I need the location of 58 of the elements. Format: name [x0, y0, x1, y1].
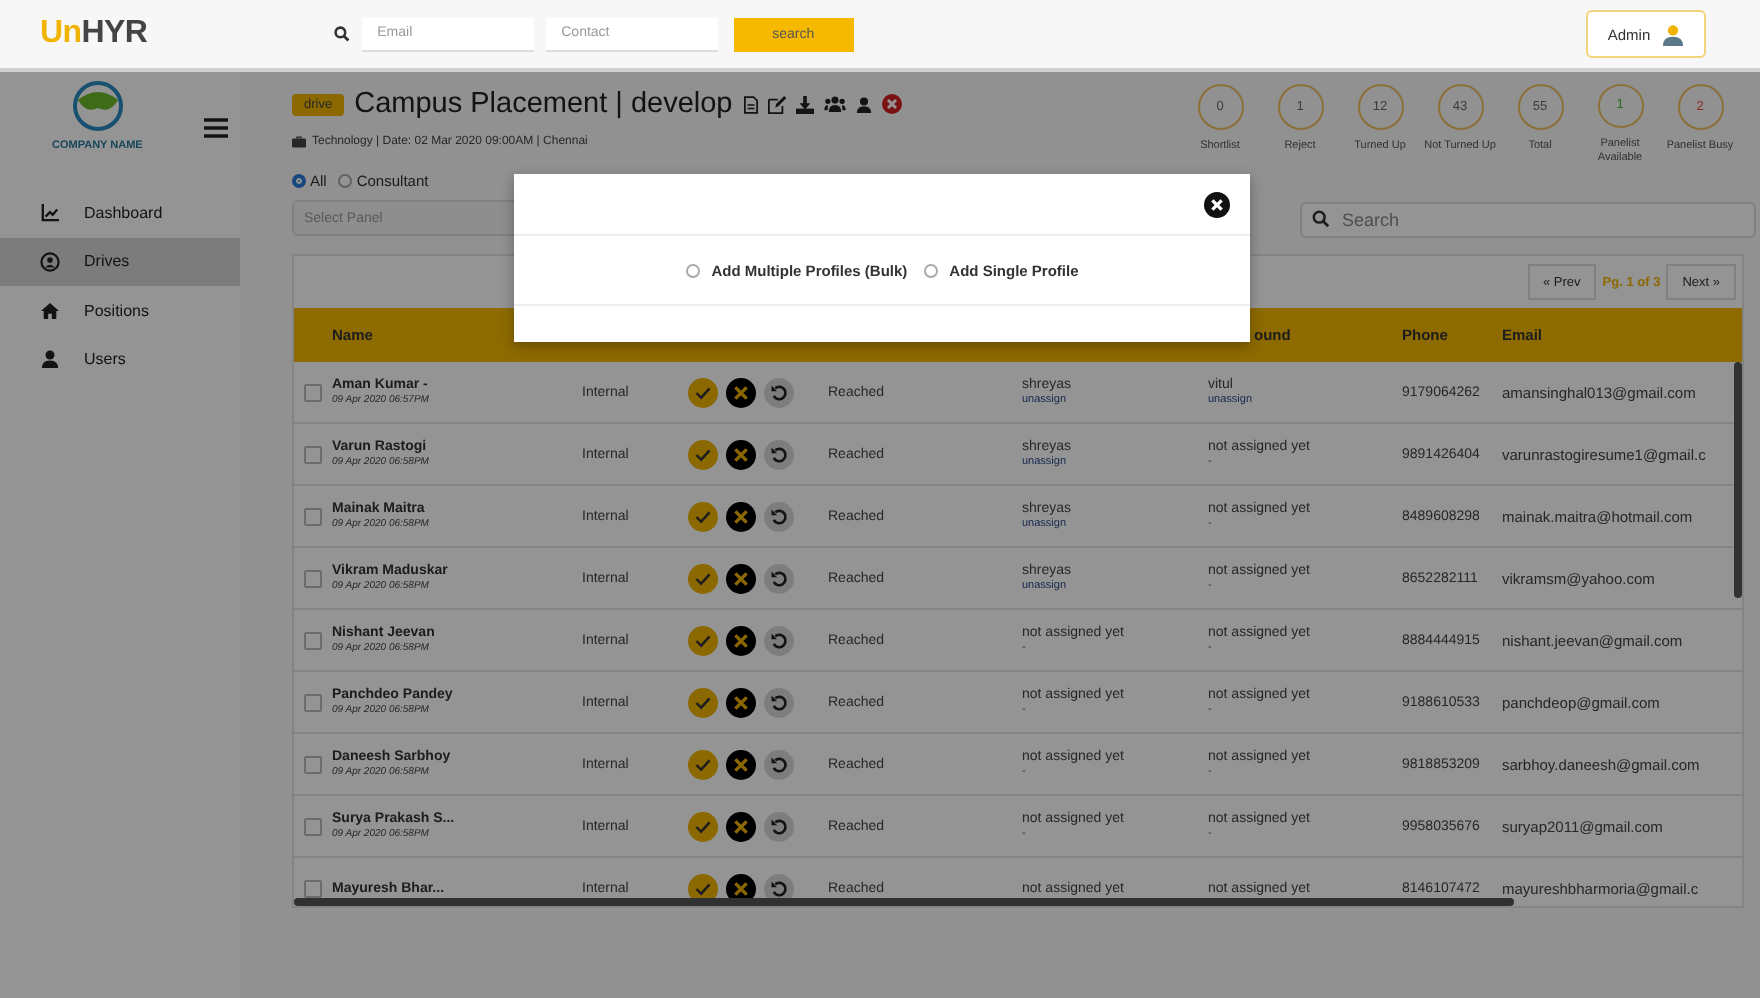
- sidebar-item[interactable]: Drives: [0, 237, 240, 286]
- row-checkbox[interactable]: [304, 445, 322, 463]
- reject-button[interactable]: [726, 811, 756, 841]
- row-checkbox[interactable]: [304, 755, 322, 773]
- logo: UnHYR: [40, 16, 148, 52]
- scrollbar[interactable]: [294, 898, 1514, 906]
- undo-button[interactable]: [764, 377, 794, 407]
- group-circle-icon: [40, 251, 60, 272]
- chart-icon: [40, 203, 60, 222]
- search-field[interactable]: Search: [1300, 202, 1756, 238]
- sidebar-item[interactable]: Positions: [0, 286, 240, 335]
- company-logo-icon: [69, 80, 126, 132]
- pdf-file-icon[interactable]: [744, 95, 759, 113]
- close-icon[interactable]: [1204, 191, 1230, 217]
- sidebar-item[interactable]: Users: [0, 335, 240, 384]
- user-avatar-icon: [1662, 23, 1685, 45]
- undo-button[interactable]: [764, 501, 794, 531]
- home-icon: [40, 301, 60, 320]
- undo-button[interactable]: [764, 625, 794, 655]
- reject-button[interactable]: [726, 625, 756, 655]
- reject-button[interactable]: [726, 377, 756, 407]
- approve-button[interactable]: [688, 687, 718, 717]
- undo-button[interactable]: [764, 811, 794, 841]
- approve-button[interactable]: [688, 439, 718, 469]
- row-checkbox[interactable]: [304, 569, 322, 587]
- reject-button[interactable]: [726, 687, 756, 717]
- download-icon[interactable]: [796, 95, 815, 113]
- undo-button[interactable]: [764, 749, 794, 779]
- approve-button[interactable]: [688, 501, 718, 531]
- row-checkbox[interactable]: [304, 817, 322, 835]
- row-checkbox[interactable]: [304, 693, 322, 711]
- user-icon: [40, 350, 60, 369]
- reject-button[interactable]: [726, 749, 756, 779]
- reject-button[interactable]: [726, 563, 756, 593]
- group-icon[interactable]: [824, 96, 847, 112]
- menu-icon[interactable]: [204, 118, 228, 138]
- row-checkbox[interactable]: [304, 631, 322, 649]
- undo-button[interactable]: [764, 439, 794, 469]
- briefcase-icon: [292, 136, 306, 148]
- delete-icon[interactable]: [882, 94, 903, 114]
- row-checkbox[interactable]: [304, 383, 322, 401]
- drive-title: Campus Placement | develop: [354, 88, 733, 120]
- approve-button[interactable]: [688, 749, 718, 779]
- reject-button[interactable]: [726, 501, 756, 531]
- row-checkbox[interactable]: [304, 879, 322, 897]
- undo-button[interactable]: [764, 687, 794, 717]
- edit-icon[interactable]: [768, 95, 787, 113]
- sidebar-item[interactable]: Dashboard: [0, 188, 240, 237]
- approve-button[interactable]: [688, 811, 718, 841]
- scrollbar[interactable]: [1734, 362, 1742, 598]
- search-icon: [333, 26, 350, 42]
- reject-button[interactable]: [726, 439, 756, 469]
- undo-button[interactable]: [764, 563, 794, 593]
- approve-button[interactable]: [688, 563, 718, 593]
- user-icon[interactable]: [856, 95, 873, 113]
- approve-button[interactable]: [688, 377, 718, 407]
- approve-button[interactable]: [688, 625, 718, 655]
- row-checkbox[interactable]: [304, 507, 322, 525]
